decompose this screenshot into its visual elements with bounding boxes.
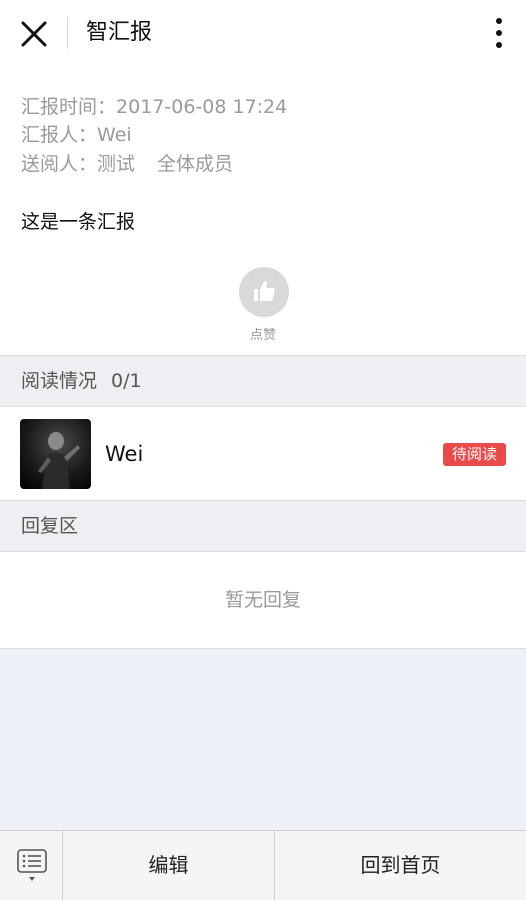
- more-vertical-icon[interactable]: [488, 15, 510, 51]
- reply-section-title: 回复区: [21, 515, 79, 537]
- status-badge: 待阅读: [442, 443, 506, 466]
- thumbs-up-icon: [254, 281, 275, 301]
- report-time-value: 2017-06-08 17:24: [116, 96, 288, 118]
- bottom-bar: 编辑 回到首页: [0, 830, 526, 900]
- like-label: 点赞: [249, 328, 276, 343]
- report-body: 这是一条汇报: [21, 211, 136, 233]
- reading-status-header: 阅读情况 0/1: [0, 355, 526, 407]
- report-time-label: 汇报时间：: [21, 96, 117, 118]
- reporter-value: Wei: [97, 124, 132, 146]
- recipient-item: 全体成员: [157, 153, 234, 175]
- reading-status-title: 阅读情况: [21, 370, 98, 392]
- edit-button[interactable]: 编辑: [63, 831, 275, 900]
- like-button[interactable]: [239, 267, 289, 317]
- reading-count: 0/1: [111, 370, 142, 392]
- report-recipients: 送阅人：测试 全体成员: [21, 150, 233, 178]
- list-menu-icon[interactable]: [0, 831, 63, 900]
- empty-replies-text: 暂无回复: [224, 589, 301, 611]
- top-bar: 智汇报: [0, 0, 526, 66]
- recipients-label: 送阅人：: [21, 153, 98, 175]
- header-divider: [67, 17, 68, 49]
- reply-area: 暂无回复: [0, 552, 526, 649]
- report-content: 汇报时间：2017-06-08 17:24 汇报人：Wei 送阅人：测试 全体成员…: [0, 66, 526, 355]
- recipient-item: 测试: [97, 153, 136, 175]
- close-icon[interactable]: [14, 14, 54, 54]
- back-to-home-button[interactable]: 回到首页: [275, 831, 526, 900]
- reader-name: Wei: [105, 442, 144, 466]
- reader-row[interactable]: Wei 待阅读: [0, 407, 526, 501]
- avatar: [20, 419, 91, 489]
- report-reporter: 汇报人：Wei: [21, 121, 132, 149]
- report-time: 汇报时间：2017-06-08 17:24: [21, 93, 287, 121]
- page-title: 智汇报: [86, 20, 153, 45]
- reply-section-header: 回复区: [0, 500, 526, 552]
- reporter-label: 汇报人：: [21, 124, 98, 146]
